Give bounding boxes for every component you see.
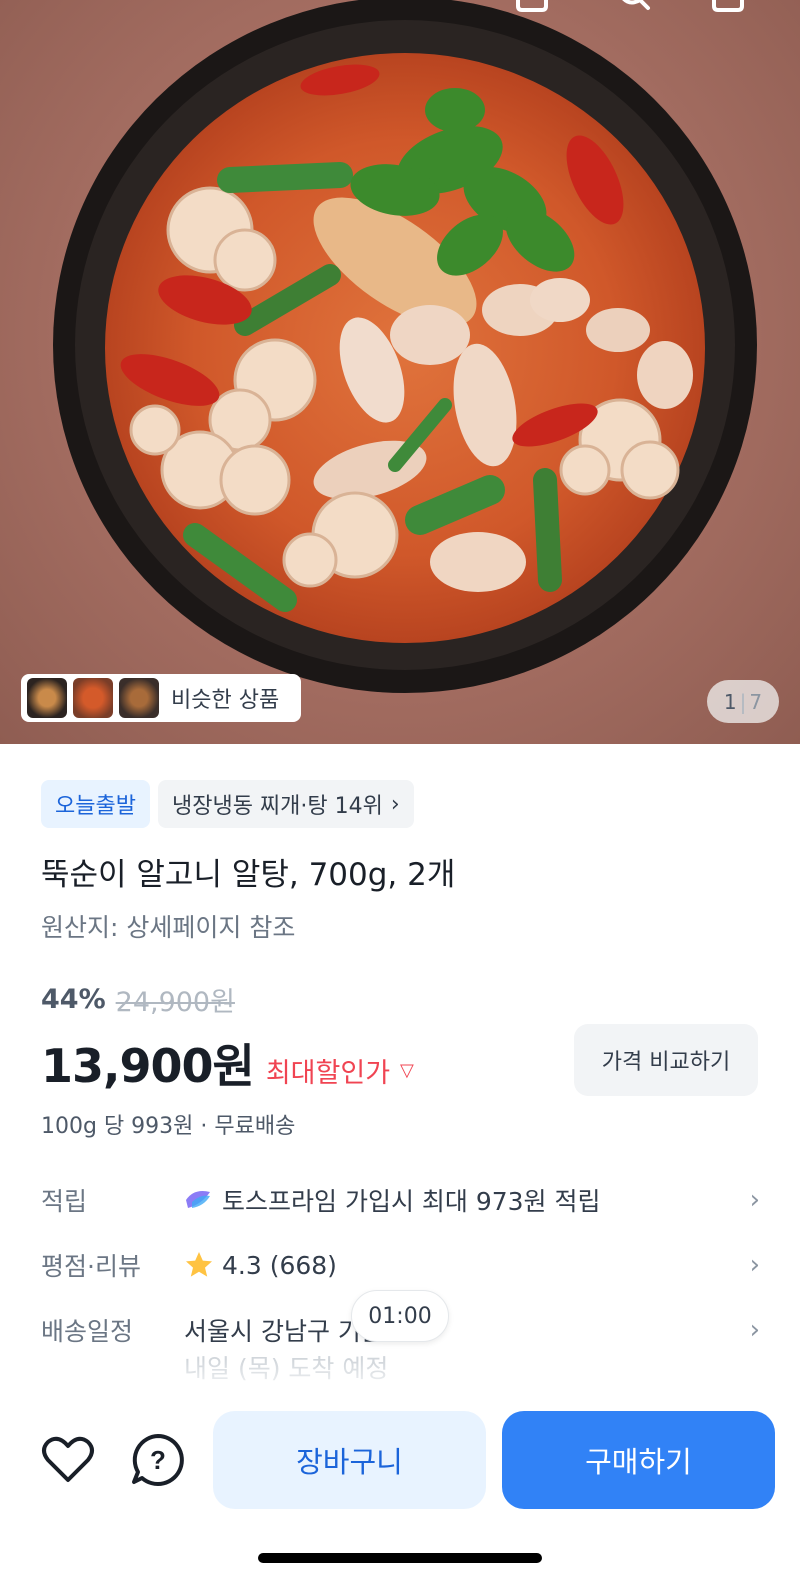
image-pager: 1 | 7 [707, 680, 779, 723]
chevron-right-icon: › [749, 1185, 760, 1215]
rating-label: 평점·리뷰 [41, 1252, 141, 1281]
timer-badge: 01:00 [351, 1290, 449, 1342]
search-icon[interactable] [612, 0, 652, 16]
cart-icon[interactable] [708, 0, 748, 16]
chevron-right-icon: › [749, 1315, 760, 1345]
compare-price-button[interactable]: 가격 비교하기 [574, 1024, 758, 1096]
delivery-label: 배송일정 [41, 1317, 134, 1346]
similar-thumb-2 [73, 678, 113, 718]
share-icon[interactable] [512, 0, 552, 16]
price-row: 13,900원 최대할인가 ▽ [41, 1030, 414, 1096]
similar-products-label: 비슷한 상품 [171, 688, 280, 713]
add-to-cart-button[interactable]: 장바구니 [213, 1411, 486, 1509]
product-title: 뚝순이 알고니 알탕, 700g, 2개 [41, 857, 456, 893]
stew-photo [53, 0, 757, 693]
unit-price-shipping: 100g 당 993원 · 무료배송 [41, 1114, 296, 1139]
original-price: 24,900원 [115, 987, 235, 1018]
question-chat-icon[interactable]: ? [128, 1430, 188, 1490]
today-shipping-badge: 오늘출발 [41, 780, 150, 828]
svg-text:?: ? [150, 1445, 166, 1475]
chevron-down-icon: ▽ [400, 1060, 414, 1081]
chevron-right-icon: › [749, 1250, 760, 1280]
max-discount-toggle[interactable]: 최대할인가 ▽ [266, 1051, 414, 1090]
points-row[interactable]: 적립 토스프라임 가입시 최대 973원 적립 › [41, 1178, 760, 1222]
points-value: 토스프라임 가입시 최대 973원 적립 [222, 1187, 601, 1216]
max-discount-label: 최대할인가 [265, 1058, 391, 1089]
similar-thumb-3 [119, 678, 159, 718]
chevron-right-icon: › [390, 791, 400, 817]
home-indicator [258, 1553, 542, 1563]
similar-thumb-1 [27, 678, 67, 718]
rating-row[interactable]: 평점·리뷰 4.3 (668) › [41, 1243, 760, 1287]
buy-now-button[interactable]: 구매하기 [502, 1411, 775, 1509]
ranking-label: 냉장냉동 찌개·탕 14위 [171, 794, 383, 819]
badge-row: 오늘출발 냉장냉동 찌개·탕 14위 › [41, 780, 414, 828]
origin-text: 원산지: 상세페이지 참조 [41, 913, 296, 942]
top-nav [0, 0, 800, 16]
heart-icon[interactable] [38, 1430, 98, 1490]
back-icon[interactable] [38, 0, 78, 16]
points-label: 적립 [41, 1187, 88, 1216]
similar-products-button[interactable]: 비슷한 상품 [21, 674, 301, 722]
toss-prime-icon [186, 1191, 210, 1208]
today-shipping-label: 오늘출발 [55, 794, 136, 819]
ranking-badge[interactable]: 냉장냉동 찌개·탕 14위 › [157, 780, 414, 828]
rating-value: 4.3 (668) [222, 1250, 337, 1280]
discount-row: 44% 24,900원 [41, 980, 235, 1019]
product-image-carousel[interactable]: 비슷한 상품 1 | 7 [0, 0, 800, 744]
sale-price: 13,900원 [41, 1039, 255, 1093]
discount-percent: 44% [41, 984, 106, 1015]
pager-current: 1 [723, 689, 737, 714]
pager-separator: | [739, 689, 747, 714]
pager-total: 7 [749, 689, 763, 714]
star-icon [186, 1252, 212, 1277]
